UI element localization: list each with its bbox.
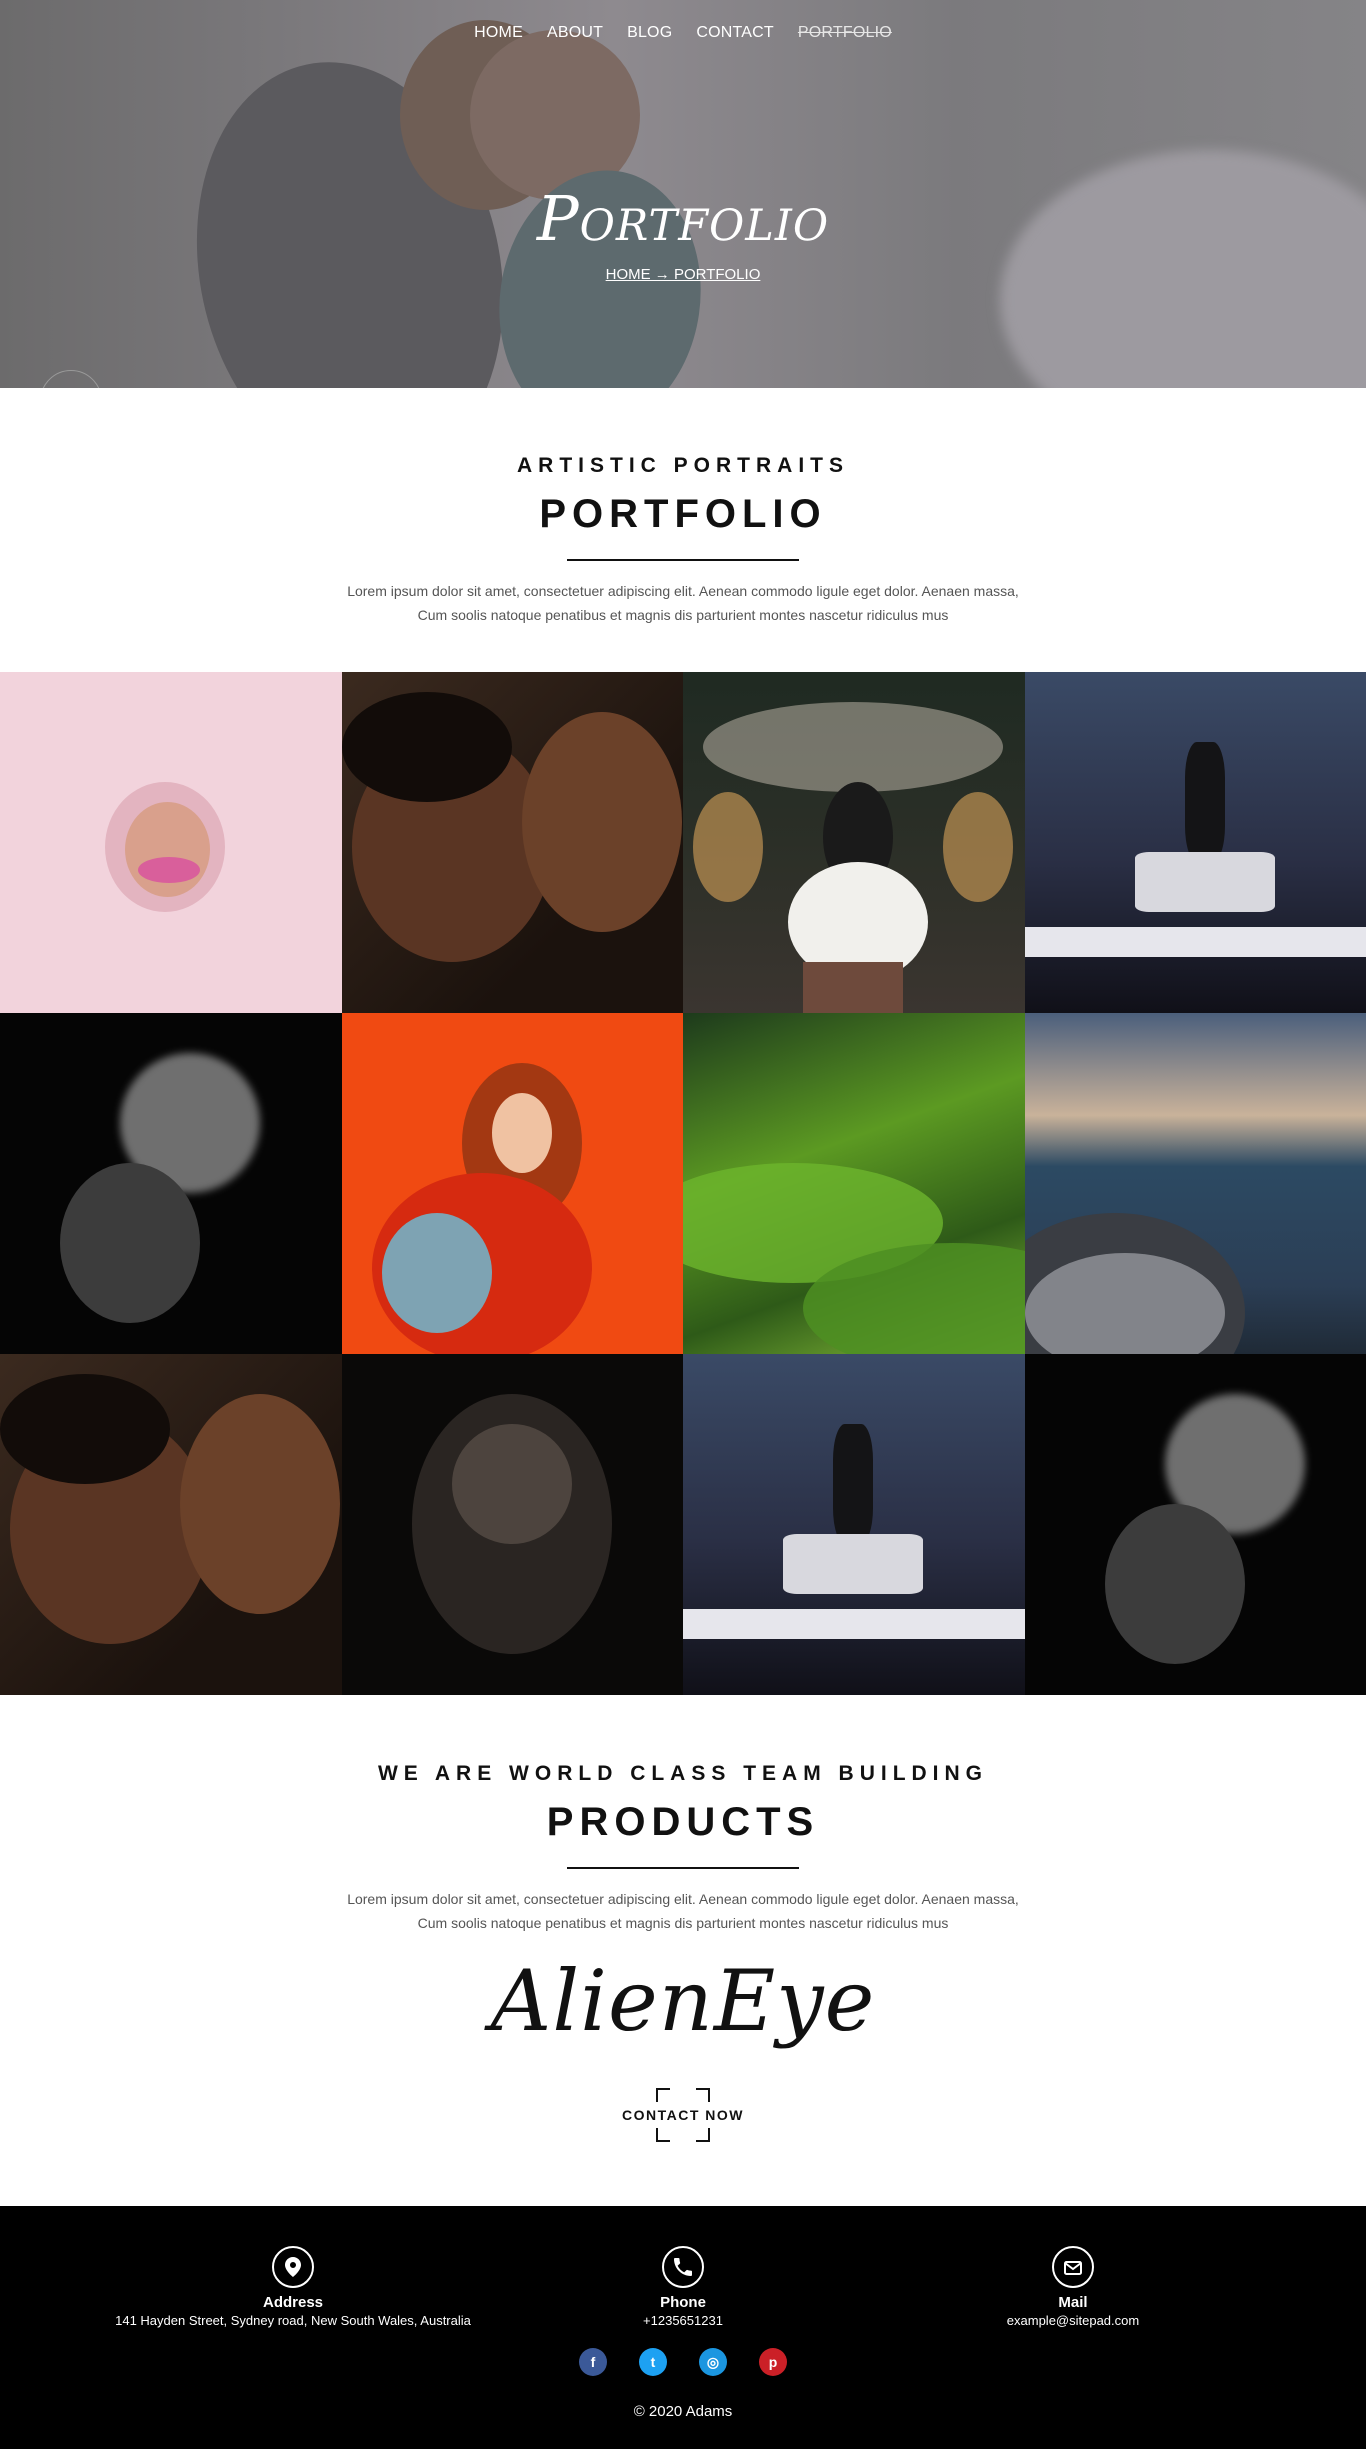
gallery-tile-lips-on-pink[interactable] xyxy=(0,672,342,1013)
facebook-icon[interactable]: f xyxy=(579,2348,607,2376)
mail-title: Mail xyxy=(1058,2294,1088,2311)
nav-blog[interactable]: BLOG xyxy=(627,24,672,42)
brand-logo: AlienEye xyxy=(490,1952,876,2050)
footer-mail: Mail example@sitepad.com xyxy=(873,2246,1273,2328)
contact-now-button[interactable]: CONTACT NOW xyxy=(608,2088,758,2142)
copyright: © 2020 Adams xyxy=(633,2403,733,2420)
portfolio-kicker: ARTISTIC PORTRAITS xyxy=(517,454,849,477)
footer: Address 141 Hayden Street, Sydney road, … xyxy=(0,2206,1366,2449)
mail-value[interactable]: example@sitepad.com xyxy=(873,2313,1273,2328)
portfolio-gallery xyxy=(0,672,1366,1695)
portfolio-description: Lorem ipsum dolor sit amet, consectetuer… xyxy=(0,579,1366,627)
nav-contact[interactable]: CONTACT xyxy=(696,24,774,42)
corner-bracket-icon xyxy=(656,2128,670,2142)
gallery-tile-boxer-entrance[interactable] xyxy=(683,1354,1025,1695)
instagram-icon[interactable]: ◎ xyxy=(699,2348,727,2376)
corner-bracket-icon xyxy=(656,2088,670,2102)
gallery-tile-wedding-kiss[interactable] xyxy=(683,672,1025,1013)
portfolio-description-line1: Lorem ipsum dolor sit amet, consectetuer… xyxy=(347,583,1019,599)
main-nav: HOME ABOUT BLOG CONTACT PORTFOLIO xyxy=(0,24,1366,42)
social-links: f t ◎ p xyxy=(0,2348,1366,2376)
products-kicker: WE ARE WORLD CLASS TEAM BUILDING xyxy=(377,1762,989,1785)
products-description-line1: Lorem ipsum dolor sit amet, consectetuer… xyxy=(347,1891,1019,1907)
gallery-tile-embracing-couple[interactable] xyxy=(0,1354,342,1695)
gallery-tile-smoke-figure[interactable] xyxy=(0,1013,342,1354)
nav-home[interactable]: HOME xyxy=(474,24,523,42)
page-title: Portfolio xyxy=(536,182,830,255)
portfolio-heading: ARTISTIC PORTRAITS PORTFOLIO Lorem ipsum… xyxy=(0,454,1366,627)
corner-bracket-icon xyxy=(696,2128,710,2142)
portfolio-divider xyxy=(567,559,799,561)
gallery-tile-embracing-couple[interactable] xyxy=(341,672,683,1013)
phone-value[interactable]: +1235651231 xyxy=(483,2313,883,2328)
products-heading: WE ARE WORLD CLASS TEAM BUILDING PRODUCT… xyxy=(0,1762,1366,1935)
gallery-tile-rocky-coast[interactable] xyxy=(1024,1013,1366,1354)
hero-banner: HOME ABOUT BLOG CONTACT PORTFOLIO Portfo… xyxy=(0,0,1366,388)
gallery-tile-crouching-figure[interactable] xyxy=(341,1354,683,1695)
footer-phone: Phone +1235651231 xyxy=(483,2246,883,2328)
corner-bracket-icon xyxy=(696,2088,710,2102)
products-description: Lorem ipsum dolor sit amet, consectetuer… xyxy=(0,1887,1366,1935)
nav-portfolio[interactable]: PORTFOLIO xyxy=(798,24,892,42)
scroll-circle-icon xyxy=(40,370,102,388)
phone-title: Phone xyxy=(660,2294,706,2311)
gallery-tile-smoke-figure[interactable] xyxy=(1024,1354,1366,1695)
gallery-tile-green-hills[interactable] xyxy=(683,1013,1025,1354)
gallery-tile-redhead-on-orange[interactable] xyxy=(341,1013,683,1354)
products-description-line2: Cum soolis natoque penatibus et magnis d… xyxy=(417,1915,949,1931)
mail-icon xyxy=(1052,2246,1094,2288)
address-title: Address xyxy=(262,2294,324,2311)
contact-now-label: CONTACT NOW xyxy=(622,2107,744,2123)
portfolio-title: PORTFOLIO xyxy=(539,492,827,536)
products-title: PRODUCTS xyxy=(546,1800,820,1844)
products-divider xyxy=(567,1867,799,1869)
breadcrumb[interactable]: HOME → PORTFOLIO xyxy=(0,266,1366,283)
location-pin-icon xyxy=(272,2246,314,2288)
address-value: 141 Hayden Street, Sydney road, New Sout… xyxy=(115,2313,471,2328)
phone-icon xyxy=(662,2246,704,2288)
footer-address: Address 141 Hayden Street, Sydney road, … xyxy=(93,2246,493,2328)
nav-about[interactable]: ABOUT xyxy=(547,24,603,42)
twitter-icon[interactable]: t xyxy=(639,2348,667,2376)
portfolio-description-line2: Cum soolis natoque penatibus et magnis d… xyxy=(417,607,949,623)
gallery-tile-boxer-entrance[interactable] xyxy=(1024,672,1366,1013)
pinterest-icon[interactable]: p xyxy=(759,2348,787,2376)
